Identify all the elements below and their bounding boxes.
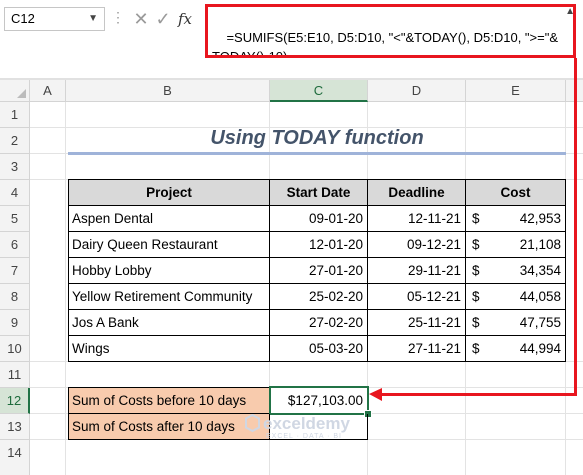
sheet-title: Using TODAY function	[210, 127, 424, 149]
table-cell-deadline[interactable]: 25-11-21	[368, 310, 466, 336]
annotation-arrow-horizontal	[380, 393, 577, 396]
name-box[interactable]: C12 ▼	[4, 7, 105, 31]
sum-before-label[interactable]: Sum of Costs before 10 days	[68, 387, 270, 414]
row-header-9[interactable]: 9	[0, 310, 30, 336]
column-header-e[interactable]: E	[466, 80, 566, 102]
title-underline	[68, 152, 566, 155]
row-header-7[interactable]: 7	[0, 258, 30, 284]
table-cell-start[interactable]: 05-03-20	[270, 336, 368, 362]
table-cell-start[interactable]: 25-02-20	[270, 284, 368, 310]
expand-formula-bar-icon[interactable]: ▲	[565, 6, 575, 17]
name-box-value: C12	[11, 11, 35, 26]
column-header-b[interactable]: B	[66, 80, 270, 102]
row-header-13[interactable]: 13	[0, 414, 30, 440]
table-cell-start[interactable]: 09-01-20	[270, 206, 368, 232]
table-cell-deadline[interactable]: 29-11-21	[368, 258, 466, 284]
cost-value: 44,994	[519, 341, 561, 356]
table-cell-project[interactable]: Dairy Queen Restaurant	[68, 232, 270, 258]
cost-value: 21,108	[519, 237, 561, 252]
cancel-icon[interactable]: ✕	[130, 9, 152, 30]
currency-symbol: $	[472, 263, 480, 278]
table-cell-deadline[interactable]: 12-11-21	[368, 206, 466, 232]
currency-symbol: $	[472, 289, 480, 304]
select-all-button[interactable]	[0, 80, 30, 102]
row-header-5[interactable]: 5	[0, 206, 30, 232]
watermark-tagline: EXCEL · DATA · BI	[266, 433, 342, 440]
annotation-arrow-head	[369, 388, 382, 401]
header-project[interactable]: Project	[68, 179, 270, 206]
cost-value: 44,058	[519, 289, 561, 304]
currency-symbol: $	[472, 315, 480, 330]
row-header-3[interactable]: 3	[0, 154, 30, 180]
row-header-14[interactable]: 14	[0, 440, 30, 475]
currency-symbol: $	[472, 237, 480, 252]
table-cell-project[interactable]: Aspen Dental	[68, 206, 270, 232]
column-header-c[interactable]: C	[270, 80, 368, 102]
column-header-d[interactable]: D	[368, 80, 466, 102]
row-header-12[interactable]: 12	[0, 388, 30, 414]
insert-function-icon[interactable]: fx	[174, 10, 196, 28]
table-cell-cost[interactable]: $42,953	[466, 206, 566, 232]
formula-text: =SUMIFS(E5:E10, D5:D10, "<"&TODAY(), D5:…	[212, 30, 558, 58]
watermark-logo: exceldemy	[263, 414, 350, 433]
cost-value: 34,354	[519, 263, 561, 278]
header-deadline[interactable]: Deadline	[368, 179, 466, 206]
column-header-a[interactable]: A	[30, 80, 66, 102]
formula-bar-area: C12 ▼ ⋮ ✕ ✓ fx =SUMIFS(E5:E10, D5:D10, "…	[0, 0, 583, 78]
currency-symbol: $	[472, 341, 480, 356]
sum-after-label[interactable]: Sum of Costs after 10 days	[68, 414, 270, 440]
table-cell-cost[interactable]: $34,354	[466, 258, 566, 284]
gridline	[65, 102, 66, 475]
cost-value: 42,953	[519, 211, 561, 226]
table-cell-project[interactable]: Hobby Lobby	[68, 258, 270, 284]
row-header-4[interactable]: 4	[0, 180, 30, 206]
table-cell-deadline[interactable]: 27-11-21	[368, 336, 466, 362]
table-cell-project[interactable]: Wings	[68, 336, 270, 362]
table-cell-cost[interactable]: $21,108	[466, 232, 566, 258]
header-cost[interactable]: Cost	[466, 179, 566, 206]
header-start-date[interactable]: Start Date	[270, 179, 368, 206]
enter-icon[interactable]: ✓	[152, 9, 174, 30]
table-cell-cost[interactable]: $44,994	[466, 336, 566, 362]
table-cell-cost[interactable]: $44,058	[466, 284, 566, 310]
formula-input[interactable]: =SUMIFS(E5:E10, D5:D10, "<"&TODAY(), D5:…	[205, 4, 576, 58]
table-cell-project[interactable]: Jos A Bank	[68, 310, 270, 336]
row-header-11[interactable]: 11	[0, 362, 30, 388]
table-cell-project[interactable]: Yellow Retirement Community	[68, 284, 270, 310]
chevron-down-icon[interactable]: ▼	[88, 8, 98, 30]
row-header-1[interactable]: 1	[0, 102, 30, 128]
row-header-10[interactable]: 10	[0, 336, 30, 362]
annotation-arrow-vertical	[574, 58, 577, 396]
exceldemy-logo-icon	[245, 414, 260, 432]
row-header-8[interactable]: 8	[0, 284, 30, 310]
row-header-2[interactable]: 2	[0, 128, 30, 154]
row-header-6[interactable]: 6	[0, 232, 30, 258]
more-options-icon[interactable]: ⋮	[111, 9, 125, 26]
table-cell-deadline[interactable]: 05-12-21	[368, 284, 466, 310]
cost-value: 47,755	[519, 315, 561, 330]
table-cell-start[interactable]: 27-02-20	[270, 310, 368, 336]
table-cell-cost[interactable]: $47,755	[466, 310, 566, 336]
sum-before-value[interactable]: $127,103.00	[269, 386, 369, 415]
table-cell-start[interactable]: 12-01-20	[270, 232, 368, 258]
table-cell-start[interactable]: 27-01-20	[270, 258, 368, 284]
table-cell-deadline[interactable]: 09-12-21	[368, 232, 466, 258]
currency-symbol: $	[472, 211, 480, 226]
